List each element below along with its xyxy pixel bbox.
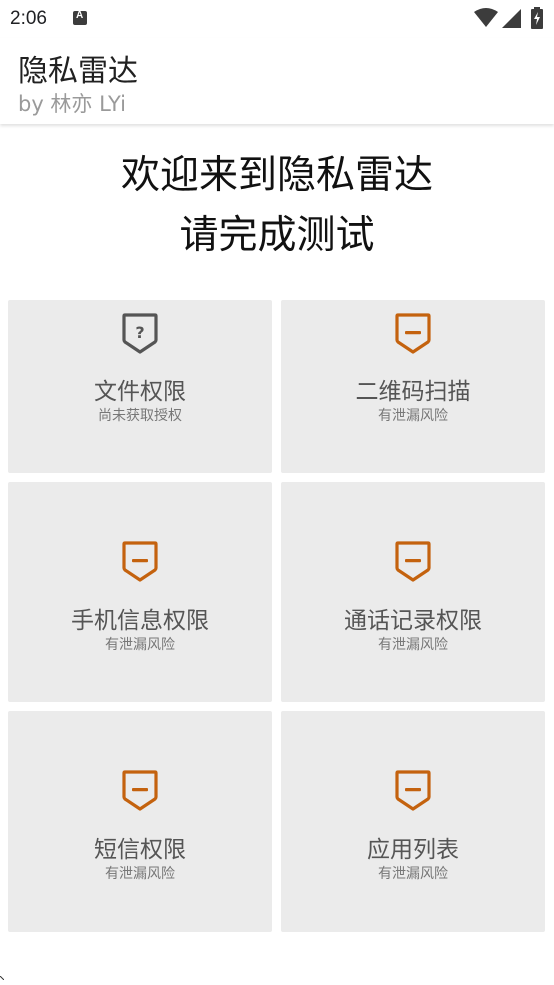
app-subtitle: by 林亦 LYi bbox=[18, 92, 126, 116]
card-status: 有泄漏风险 bbox=[105, 866, 175, 882]
status-bar: 2:06 bbox=[0, 0, 554, 38]
card-status: 有泄漏风险 bbox=[378, 866, 448, 882]
a-box-icon bbox=[73, 10, 87, 25]
card-call-log-permission[interactable]: 通话记录权限 有泄漏风险 bbox=[281, 482, 545, 702]
app-bar: 隐私雷达 by 林亦 LYi bbox=[0, 38, 554, 124]
card-title: 应用列表 bbox=[367, 837, 459, 863]
wifi-icon bbox=[474, 8, 498, 27]
minus-shield-icon bbox=[395, 541, 431, 582]
card-title: 文件权限 bbox=[94, 379, 186, 405]
card-phone-info-permission[interactable]: 手机信息权限 有泄漏风险 bbox=[8, 482, 272, 702]
minus-shield-icon bbox=[395, 770, 431, 811]
minus-shield-icon bbox=[122, 770, 158, 811]
card-sms-permission[interactable]: 短信权限 有泄漏风险 bbox=[8, 711, 272, 932]
corner-mark-icon bbox=[0, 976, 4, 980]
minus-shield-icon bbox=[122, 541, 158, 582]
card-app-list[interactable]: 应用列表 有泄漏风险 bbox=[281, 711, 545, 932]
welcome-line-2: 请完成测试 bbox=[179, 213, 375, 258]
cell-signal-icon bbox=[502, 9, 521, 28]
welcome-heading: 欢迎来到隐私雷达 请完成测试 bbox=[0, 146, 554, 266]
card-title: 短信权限 bbox=[94, 837, 186, 863]
card-status: 有泄漏风险 bbox=[105, 637, 175, 653]
welcome-line-1: 欢迎来到隐私雷达 bbox=[120, 153, 433, 198]
battery-charging-icon bbox=[531, 7, 543, 29]
card-status: 尚未获取授权 bbox=[98, 408, 182, 424]
status-time: 2:06 bbox=[10, 8, 47, 29]
card-file-permission[interactable]: ? 文件权限 尚未获取授权 bbox=[8, 300, 272, 473]
question-shield-icon: ? bbox=[122, 313, 158, 354]
card-title: 通话记录权限 bbox=[344, 608, 482, 634]
card-status: 有泄漏风险 bbox=[378, 408, 448, 424]
card-title: 手机信息权限 bbox=[71, 608, 209, 634]
minus-shield-icon bbox=[395, 313, 431, 354]
card-status: 有泄漏风险 bbox=[378, 637, 448, 653]
card-title: 二维码扫描 bbox=[355, 379, 471, 405]
card-qr-scan[interactable]: 二维码扫描 有泄漏风险 bbox=[281, 300, 545, 473]
app-title: 隐私雷达 bbox=[18, 54, 138, 89]
svg-text:?: ? bbox=[135, 323, 144, 342]
